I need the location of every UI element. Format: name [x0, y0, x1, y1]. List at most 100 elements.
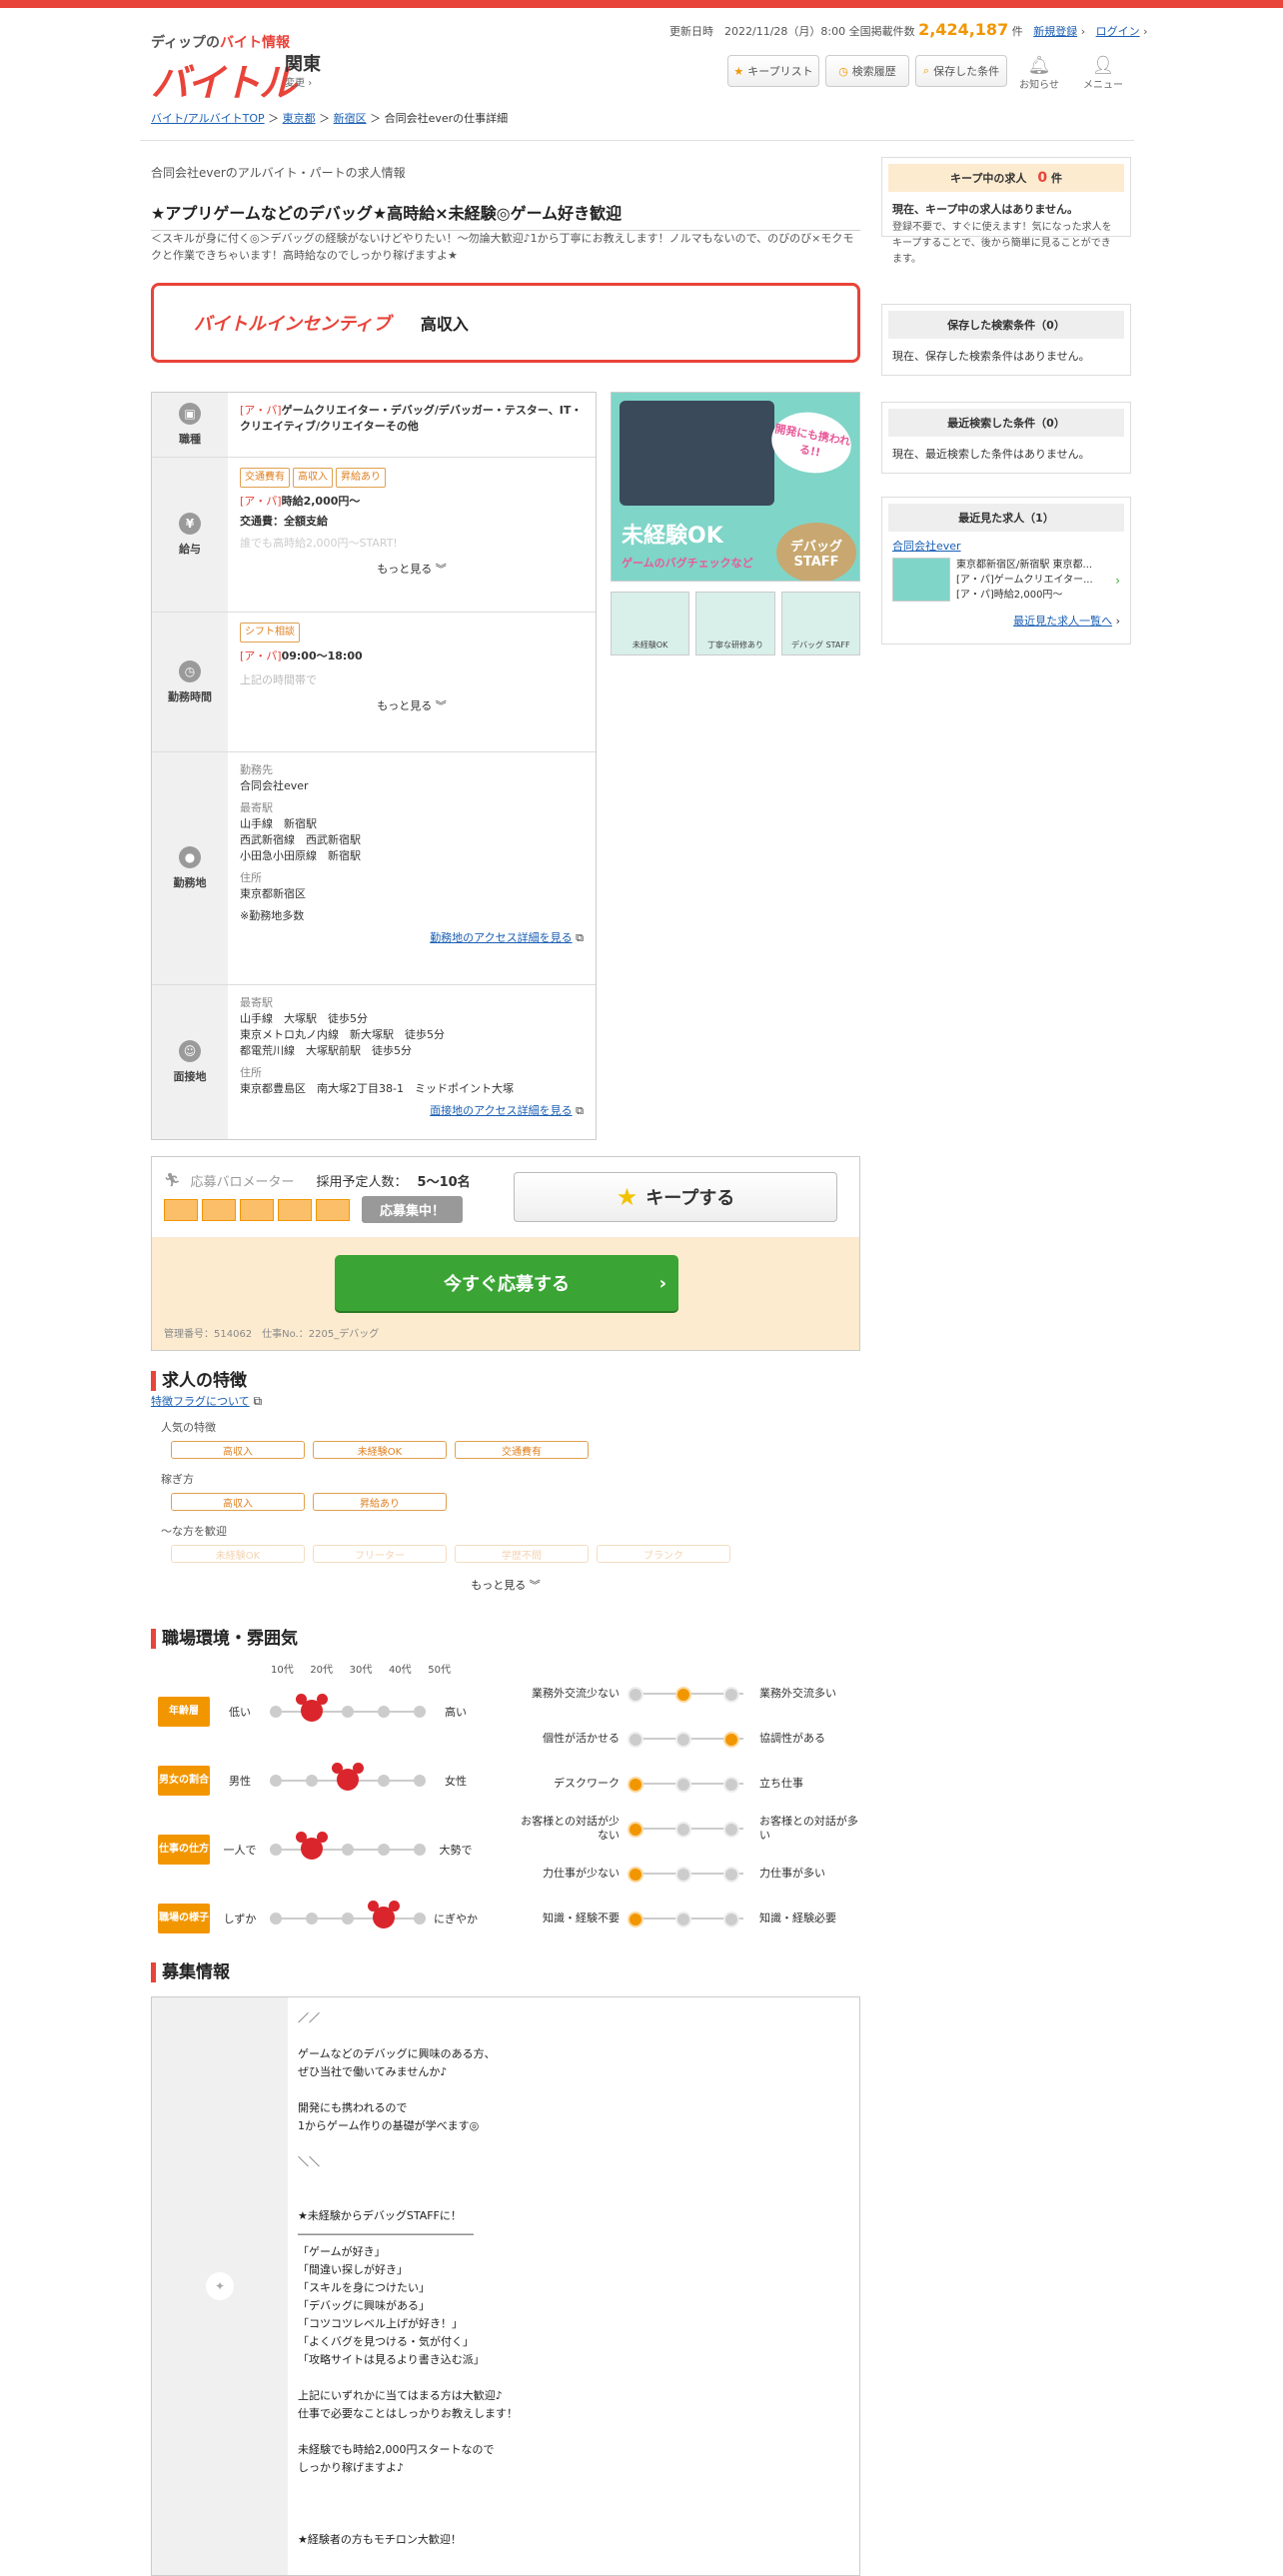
age-tick: 20代: [310, 1665, 334, 1676]
row-time: ◷ 勤務時間 シフト相談 [ア・パ]09:00～18:00 上記の時間帯で もっと…: [152, 613, 596, 752]
pair-right-label: 力仕事が多い: [759, 1866, 825, 1880]
pair-right-label: 業務外交流多い: [759, 1686, 836, 1700]
keep-title: キープ中の求人: [950, 172, 1027, 185]
register-link[interactable]: 新規登録: [1033, 25, 1077, 38]
photo-thumbnail[interactable]: デバッグ STAFF: [780, 592, 860, 655]
recent-all-link[interactable]: 最近見た求人一覧へ: [1013, 615, 1112, 628]
environment-pairs: 業務外交流少ない 業務外交流多い 個性が活かせる 協調性がある デスクワーク 立ち仕事 お客…: [520, 1671, 864, 1940]
breadcrumb-top[interactable]: バイト/アルバイトTOP: [151, 112, 265, 125]
age-scale: 10代 20代 30代 40代 50代: [271, 1661, 451, 1676]
region-change-label: 変更: [285, 78, 305, 89]
pay-more-button[interactable]: もっと見る ︾: [240, 562, 584, 578]
keep-unit: 件: [1050, 172, 1062, 185]
incentive-logo: バイトルインセンティブ: [194, 314, 391, 335]
time-more-button[interactable]: もっと見る ︾: [240, 698, 584, 714]
keep-button[interactable]: ★ キープする: [514, 1172, 837, 1222]
region-name: 関東: [285, 54, 321, 75]
photo-thumbnail[interactable]: 丁寧な研修あり: [695, 592, 775, 655]
keep-count: 0: [1037, 170, 1048, 186]
pair-left-label: 個性が活かせる: [543, 1731, 620, 1745]
age-tick: 10代: [271, 1665, 294, 1676]
env-slider-dot: [342, 1843, 354, 1856]
clock-icon: ◷: [179, 659, 201, 682]
region-change-link[interactable]: 変更 ›: [285, 74, 312, 89]
env-right-label: にぎやか: [434, 1912, 478, 1926]
workplace-company: 合同会社ever: [240, 779, 309, 792]
pair-scale-dot: [675, 1911, 691, 1928]
job-type-value-cell: [ア・パ]ゲームクリエイター・デバッグ/デバッガー・テスター、IT・クリエイティ…: [228, 393, 596, 457]
chevron-right-icon: ›: [658, 1272, 666, 1294]
job-type-label: 職種: [179, 433, 201, 446]
feature-tag: 未経験OK: [313, 1441, 447, 1459]
environment-pair-row: 知識・経験不要 知識・経験必要: [520, 1896, 864, 1940]
env-category-label: 男女の割合: [158, 1765, 210, 1796]
top-accent-bar: [0, 0, 1283, 8]
features-more-button[interactable]: もっと見る ︾: [151, 1577, 860, 1593]
recent-search-empty-text: 現在、最近検索した条件はありません。: [892, 448, 1090, 461]
env-slider-dot: [342, 1912, 354, 1925]
breadcrumb-pref[interactable]: 東京都: [283, 112, 316, 125]
environment-heading: 職場環境・雰囲気: [151, 1629, 298, 1649]
environment-pair-row: 力仕事が少ない 力仕事が多い: [520, 1851, 864, 1896]
login-link[interactable]: ログイン: [1096, 25, 1140, 38]
pair-scale: [628, 1776, 749, 1793]
interview-value-cell: 最寄駅 山手線 大塚駅 徒歩5分 東京メトロ丸ノ内線 新大塚駅 徒歩5分 都電荒…: [228, 985, 596, 1139]
notification-button[interactable]: 🔔︎ お知らせ: [1019, 55, 1059, 91]
incentive-banner[interactable]: バイトルインセンティブ 高収入: [151, 283, 860, 363]
star-icon: ★: [616, 1183, 639, 1211]
more-label: もっと見る: [377, 699, 433, 712]
pair-left-label: 業務外交流少ない: [532, 1686, 620, 1700]
workplace-access-link[interactable]: 勤務地のアクセス詳細を見る: [430, 931, 572, 944]
interview-sub-label: 住所: [240, 1066, 262, 1079]
pay-tag: 交通費有: [240, 468, 290, 488]
keeplist-button[interactable]: ★ キープリスト: [727, 55, 819, 87]
feature-tag: 高収入: [171, 1493, 305, 1511]
pair-scale-dot: [675, 1821, 691, 1838]
pay-tag: 高収入: [293, 468, 333, 488]
pair-scale: [628, 1686, 749, 1703]
breadcrumb-ward[interactable]: 新宿区: [334, 112, 367, 125]
environment-pair-row: お客様との対話が少ない お客様との対話が多い: [520, 1806, 864, 1851]
search-icon: ⌕: [922, 64, 930, 77]
recent-company-link[interactable]: 合同会社ever: [892, 540, 961, 553]
photo-thumbnail[interactable]: 未経験OK: [611, 592, 690, 655]
breadcrumb: バイト/アルバイトTOP ＞ 東京都 ＞ 新宿区 ＞ 合同会社everの仕事詳細: [151, 112, 509, 125]
recent-job-item[interactable]: 東京都新宿区/新宿駅 東京都... [ア・パ]ゲームクリエイター... [ア・パ…: [882, 554, 1130, 607]
sidebar-recent-search: 最近検索した条件（0） 現在、最近検索した条件はありません。: [881, 402, 1131, 474]
env-slider-dot: [414, 1843, 426, 1856]
pair-scale: [628, 1821, 749, 1838]
pair-left-label: 知識・経験不要: [543, 1911, 620, 1925]
row-interview: ☺ 面接地 最寄駅 山手線 大塚駅 徒歩5分 東京メトロ丸ノ内線 新大塚駅 徒歩5…: [152, 985, 596, 1139]
features-section: 求人の特徴 特徴フラグについて ⧉ 人気の特徴 高収入 未経験OK 交通費有 稼ぎ方…: [151, 1371, 860, 1593]
feature-tag: 学歴不問: [455, 1545, 589, 1563]
saved-empty-text: 現在、保存した検索条件はありません。: [892, 350, 1090, 363]
sidebar-recent-viewed: 最近見た求人（1） 合同会社ever 東京都新宿区/新宿駅 東京都... [ア・…: [881, 497, 1131, 644]
recent-search-title: 最近検索した条件（0）: [888, 409, 1124, 437]
features-flag-link[interactable]: 特徴フラグについて: [151, 1395, 250, 1408]
env-left-label: 一人で: [223, 1843, 257, 1857]
age-tick: 40代: [388, 1665, 412, 1676]
job-photo-main[interactable]: 開発にも携われる!! 未経験OK ゲームのバグチェックなど デバッグ STAFF: [611, 392, 860, 582]
saved-conditions-button[interactable]: ⌕ 保存した条件: [915, 55, 1007, 87]
interview-access-link[interactable]: 面接地のアクセス詳細を見る: [430, 1104, 572, 1117]
env-category-label: 仕事の仕方: [158, 1834, 210, 1865]
map-pin-icon: ●: [179, 846, 201, 868]
menu-button[interactable]: 👤︎ メニュー: [1083, 55, 1123, 91]
env-slider-dot: [270, 1705, 282, 1718]
workplace-label: 勤務地: [173, 876, 207, 889]
photo-thumbnails: 未経験OK 丁寧な研修あり デバッグ STAFF: [611, 592, 860, 655]
pair-scale-dot: [723, 1776, 739, 1793]
clock-icon: ◷: [838, 64, 848, 78]
interview-label-cell: ☺ 面接地: [152, 985, 228, 1139]
site-logo[interactable]: バイトル: [151, 52, 297, 107]
env-slider-dot: [378, 1705, 390, 1718]
recent-job-location: 東京都新宿区/新宿駅 東京都...: [956, 560, 1093, 571]
env-slider: [270, 1831, 426, 1860]
apply-now-button[interactable]: 今すぐ応募する ›: [335, 1255, 678, 1311]
time-label-cell: ◷ 勤務時間: [152, 613, 228, 751]
planned-value: 5～10名: [417, 1175, 471, 1190]
planned-label: 採用予定人数：: [316, 1175, 408, 1190]
history-button[interactable]: ◷ 検索履歴: [825, 55, 909, 87]
mouse-marker-icon: [368, 1900, 400, 1929]
keep-description: 登録不要で、すぐに使えます！気になった求人をキープすることで、後から簡単に見るこ…: [892, 222, 1112, 265]
